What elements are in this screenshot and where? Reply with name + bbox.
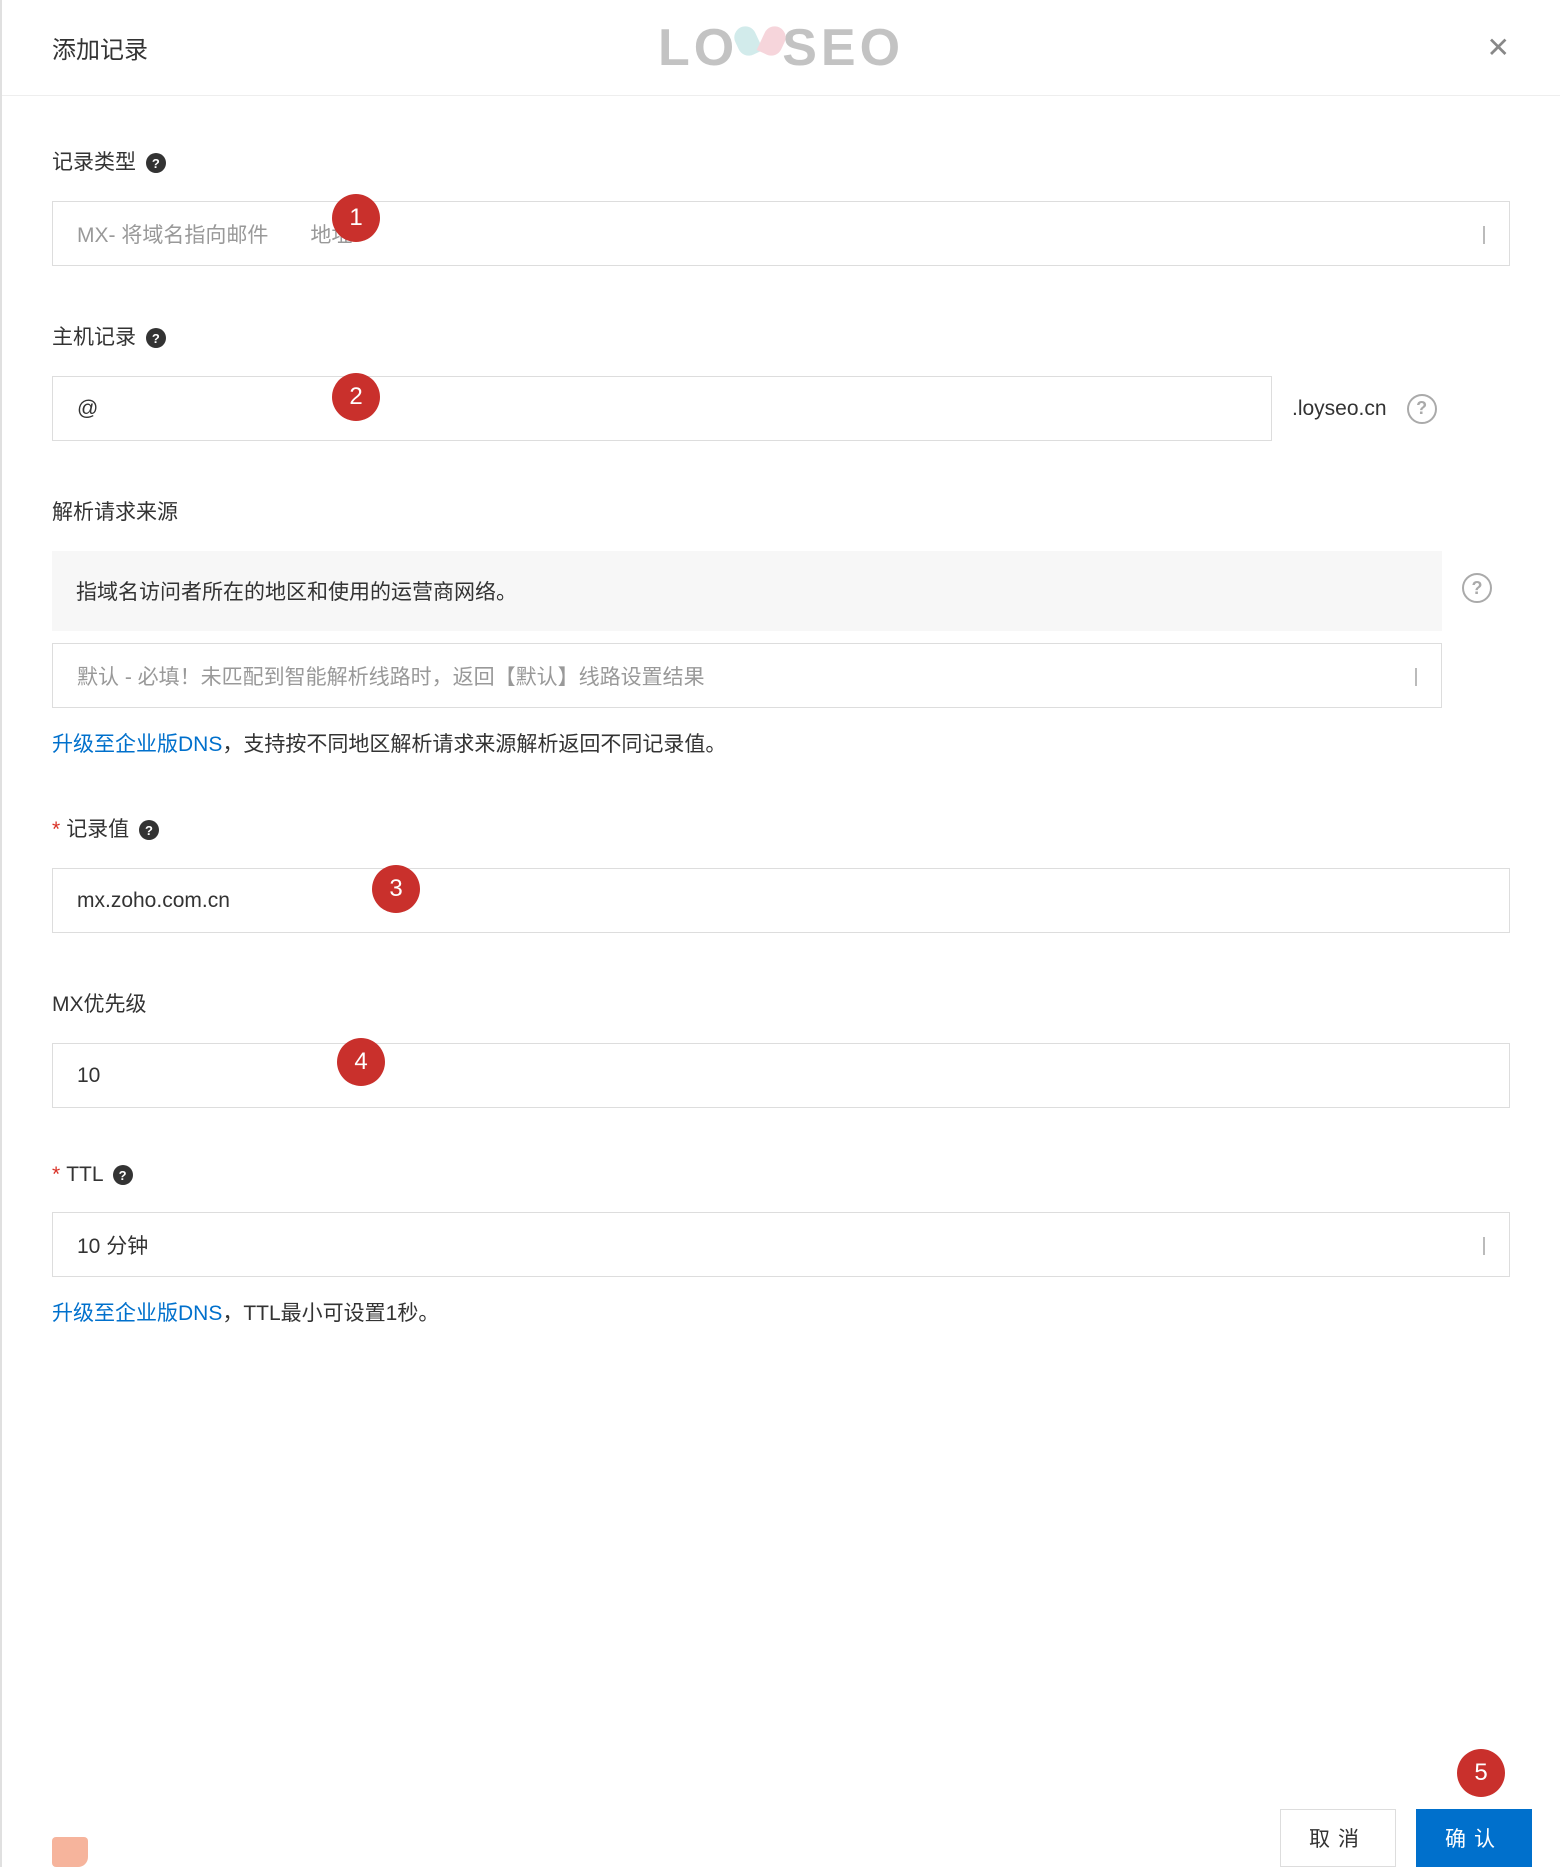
ttl-group: * TTL ? 10 分钟 升级至企业版DNS，TTL最小可设置1秒。 <box>52 1163 1510 1327</box>
help-icon[interactable]: ? <box>113 1165 133 1185</box>
upgrade-dns-link[interactable]: 升级至企业版DNS <box>52 1302 222 1325</box>
host-record-input-wrap[interactable] <box>52 376 1272 441</box>
record-value-input[interactable] <box>77 889 1485 913</box>
ttl-label: * TTL ? <box>52 1163 1510 1187</box>
request-source-group: 解析请求来源 指域名访问者所在的地区和使用的运营商网络。 默认 - 必填！未匹配… <box>52 496 1510 758</box>
record-value-group: * 记录值 ? 3 <box>52 813 1510 933</box>
chevron-down-icon <box>1483 1237 1485 1253</box>
cancel-button[interactable]: 取消 <box>1280 1809 1396 1867</box>
record-value-label: * 记录值 ? <box>52 813 1510 843</box>
host-record-input[interactable] <box>77 397 1247 421</box>
mx-priority-input[interactable] <box>77 1064 1485 1088</box>
domain-suffix: .loyseo.cn <box>1292 397 1387 421</box>
upgrade-dns-tail: ，支持按不同地区解析请求来源解析返回不同记录值。 <box>222 733 726 756</box>
upgrade-dns-tail: ，TTL最小可设置1秒。 <box>222 1302 439 1325</box>
dialog-header: 添加记录 LO SEO ✕ <box>2 0 1560 96</box>
dialog-title: 添加记录 <box>52 30 148 65</box>
bottom-strip <box>52 1837 88 1867</box>
logo-text-right: SEO <box>782 18 904 78</box>
required-star: * <box>52 818 60 841</box>
dialog-footer: 取消 确认 <box>2 1809 1560 1867</box>
mx-priority-input-wrap[interactable] <box>52 1043 1510 1108</box>
ttl-select[interactable]: 10 分钟 <box>52 1212 1510 1277</box>
record-type-value-p1: MX- 将域名指向邮件 <box>77 224 268 247</box>
record-type-label-text: 记录类型 <box>52 151 136 174</box>
required-star: * <box>52 1163 60 1186</box>
mx-priority-group: MX优先级 4 <box>52 988 1510 1108</box>
close-icon[interactable]: ✕ <box>1487 34 1510 62</box>
request-source-row: 指域名访问者所在的地区和使用的运营商网络。 默认 - 必填！未匹配到智能解析线路… <box>52 551 1510 708</box>
ttl-value: 10 分钟 <box>77 1230 1483 1260</box>
step-marker-2: 2 <box>332 373 380 421</box>
help-icon[interactable]: ? <box>139 820 159 840</box>
logo-y-icon <box>736 24 784 72</box>
step-marker-4: 4 <box>337 1038 385 1086</box>
host-record-label: 主机记录 ? <box>52 321 1510 351</box>
record-value-label-text: 记录值 <box>66 818 129 841</box>
step-marker-3: 3 <box>372 865 420 913</box>
host-record-row: .loyseo.cn ? <box>52 376 1510 441</box>
strip-icon <box>52 1837 88 1867</box>
help-outline-icon[interactable]: ? <box>1407 394 1437 424</box>
ttl-hint: 升级至企业版DNS，TTL最小可设置1秒。 <box>52 1297 1510 1327</box>
help-icon[interactable]: ? <box>146 153 166 173</box>
request-source-left: 指域名访问者所在的地区和使用的运营商网络。 默认 - 必填！未匹配到智能解析线路… <box>52 551 1442 708</box>
step-marker-5: 5 <box>1457 1749 1505 1797</box>
request-source-value: 默认 - 必填！未匹配到智能解析线路时，返回【默认】线路设置结果 <box>77 661 1415 691</box>
confirm-button[interactable]: 确认 <box>1416 1809 1532 1867</box>
request-source-tooltip: 指域名访问者所在的地区和使用的运营商网络。 <box>52 551 1442 631</box>
logo: LO SEO <box>658 18 904 78</box>
help-icon[interactable]: ? <box>146 328 166 348</box>
host-record-group: 主机记录 ? .loyseo.cn ? 2 <box>52 321 1510 441</box>
chevron-down-icon <box>1483 226 1485 242</box>
upgrade-dns-link[interactable]: 升级至企业版DNS <box>52 733 222 756</box>
host-record-label-text: 主机记录 <box>52 326 136 349</box>
request-source-select[interactable]: 默认 - 必填！未匹配到智能解析线路时，返回【默认】线路设置结果 <box>52 643 1442 708</box>
request-source-label: 解析请求来源 <box>52 496 1510 526</box>
request-source-hint: 升级至企业版DNS，支持按不同地区解析请求来源解析返回不同记录值。 <box>52 728 1510 758</box>
dialog-add-record: 添加记录 LO SEO ✕ 记录类型 ? MX- 将域名指向邮件XXX地址 1 <box>0 0 1560 1867</box>
record-type-select[interactable]: MX- 将域名指向邮件XXX地址 <box>52 201 1510 266</box>
mx-priority-label: MX优先级 <box>52 988 1510 1018</box>
step-marker-1: 1 <box>332 194 380 242</box>
record-type-label: 记录类型 ? <box>52 146 1510 176</box>
record-type-group: 记录类型 ? MX- 将域名指向邮件XXX地址 1 <box>52 146 1510 266</box>
form-body: 记录类型 ? MX- 将域名指向邮件XXX地址 1 主机记录 ? .loys <box>2 96 1560 1327</box>
chevron-down-icon <box>1415 668 1417 684</box>
record-value-input-wrap[interactable] <box>52 868 1510 933</box>
logo-text-left: LO <box>658 18 738 78</box>
ttl-label-text: TTL <box>66 1163 103 1186</box>
help-outline-icon[interactable]: ? <box>1462 573 1492 603</box>
record-type-value: MX- 将域名指向邮件XXX地址 <box>77 219 1483 249</box>
